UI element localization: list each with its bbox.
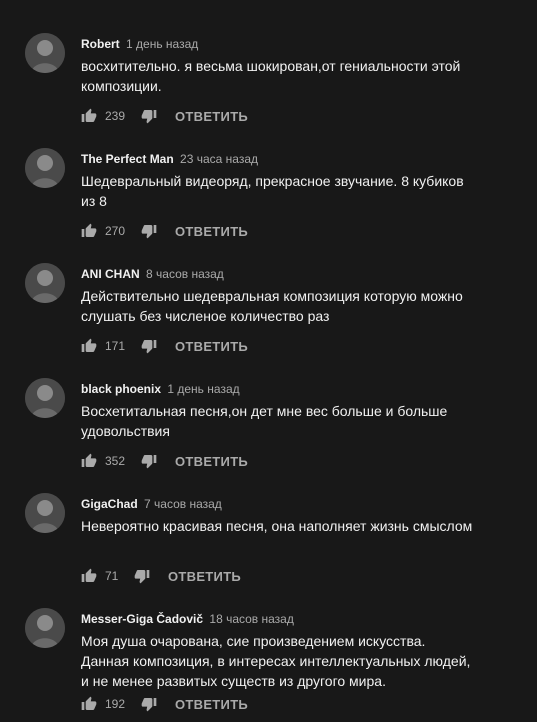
thumb-down-icon[interactable] (141, 223, 157, 239)
thumb-down-icon[interactable] (141, 453, 157, 469)
thumb-down-icon[interactable] (141, 338, 157, 354)
reply-button[interactable]: ОТВЕТИТЬ (175, 109, 248, 124)
avatar-icon[interactable] (25, 608, 65, 648)
comment-thread: ANI CHAN 8 часов назад Действительно шед… (0, 238, 537, 354)
comment-actions: 192 ОТВЕТИТЬ (81, 694, 248, 714)
reply-button[interactable]: ОТВЕТИТЬ (168, 569, 241, 584)
comment-timestamp[interactable]: 7 часов назад (144, 497, 222, 511)
comment-text: Шедевральный видеоряд, прекрасное звучан… (81, 173, 464, 209)
avatar-icon (25, 608, 65, 648)
avatar-icon[interactable] (25, 148, 65, 188)
like-count: 192 (105, 697, 126, 711)
comment-timestamp[interactable]: 23 часа назад (180, 152, 258, 166)
avatar-icon (25, 33, 65, 73)
comment-text: Восхетитальная песня,он дет мне вес боль… (81, 403, 448, 439)
reply-button[interactable]: ОТВЕТИТЬ (175, 697, 248, 712)
comment-timestamp[interactable]: 1 день назад (167, 382, 239, 396)
comment-text: Моя душа очарована, сие произведением ис… (81, 633, 471, 689)
comment-timestamp[interactable]: 18 часов назад (209, 612, 293, 626)
thumb-up-icon[interactable] (81, 453, 97, 469)
reply-button[interactable]: ОТВЕТИТЬ (175, 454, 248, 469)
comment-header: The Perfect Man 23 часа назад (81, 151, 258, 167)
comment-header: GigaChad 7 часов назад (81, 496, 222, 512)
thumb-up-icon[interactable] (81, 108, 97, 124)
like-count: 270 (105, 224, 126, 238)
like-count: 171 (105, 339, 126, 353)
comment-thread: Robert 1 день назад восхитительно. я вес… (0, 8, 537, 124)
like-count: 352 (105, 454, 126, 468)
comment-timestamp[interactable]: 1 день назад (126, 37, 198, 51)
thumb-up-icon[interactable] (81, 696, 97, 712)
comment-header: black phoenix 1 день назад (81, 381, 240, 397)
author-name[interactable]: Robert (81, 37, 120, 51)
thumb-down-icon[interactable] (134, 568, 150, 584)
comment-thread: black phoenix 1 день назад Восхетитальна… (0, 353, 537, 469)
avatar-icon[interactable] (25, 493, 65, 533)
avatar-icon (25, 493, 65, 533)
avatar-icon (25, 378, 65, 418)
comment-text: Действительно шедевральная композиция ко… (81, 288, 463, 324)
avatar-icon[interactable] (25, 378, 65, 418)
author-name[interactable]: black phoenix (81, 382, 161, 396)
comment-header: Robert 1 день назад (81, 36, 198, 52)
like-count: 71 (105, 569, 119, 583)
author-name[interactable]: ANI CHAN (81, 267, 140, 281)
avatar-icon[interactable] (25, 33, 65, 73)
comment-thread: GigaChad 7 часов назад Невероятно красив… (0, 468, 537, 584)
avatar-icon (25, 263, 65, 303)
author-name[interactable]: Messer-Giga Čadovič (81, 612, 203, 626)
comment-timestamp[interactable]: 8 часов назад (146, 267, 224, 281)
comment-thread: The Perfect Man 23 часа назад Шедевральн… (0, 123, 537, 239)
comment-header: Messer-Giga Čadovič 18 часов назад (81, 611, 294, 627)
comment-text: восхитительно. я весьма шокирован,от ген… (81, 58, 461, 94)
thumb-up-icon[interactable] (81, 568, 97, 584)
avatar-icon (25, 148, 65, 188)
author-name[interactable]: The Perfect Man (81, 152, 174, 166)
thumb-down-icon[interactable] (141, 696, 157, 712)
thumb-up-icon[interactable] (81, 223, 97, 239)
author-name[interactable]: GigaChad (81, 497, 138, 511)
comment-thread: Messer-Giga Čadovič 18 часов назад Моя д… (0, 583, 537, 722)
thumb-down-icon[interactable] (141, 108, 157, 124)
comment-header: ANI CHAN 8 часов назад (81, 266, 224, 282)
avatar-icon[interactable] (25, 263, 65, 303)
thumb-up-icon[interactable] (81, 338, 97, 354)
comment-text: Невероятно красивая песня, она наполняет… (81, 518, 473, 534)
reply-button[interactable]: ОТВЕТИТЬ (175, 224, 248, 239)
reply-button[interactable]: ОТВЕТИТЬ (175, 339, 248, 354)
like-count: 239 (105, 109, 126, 123)
